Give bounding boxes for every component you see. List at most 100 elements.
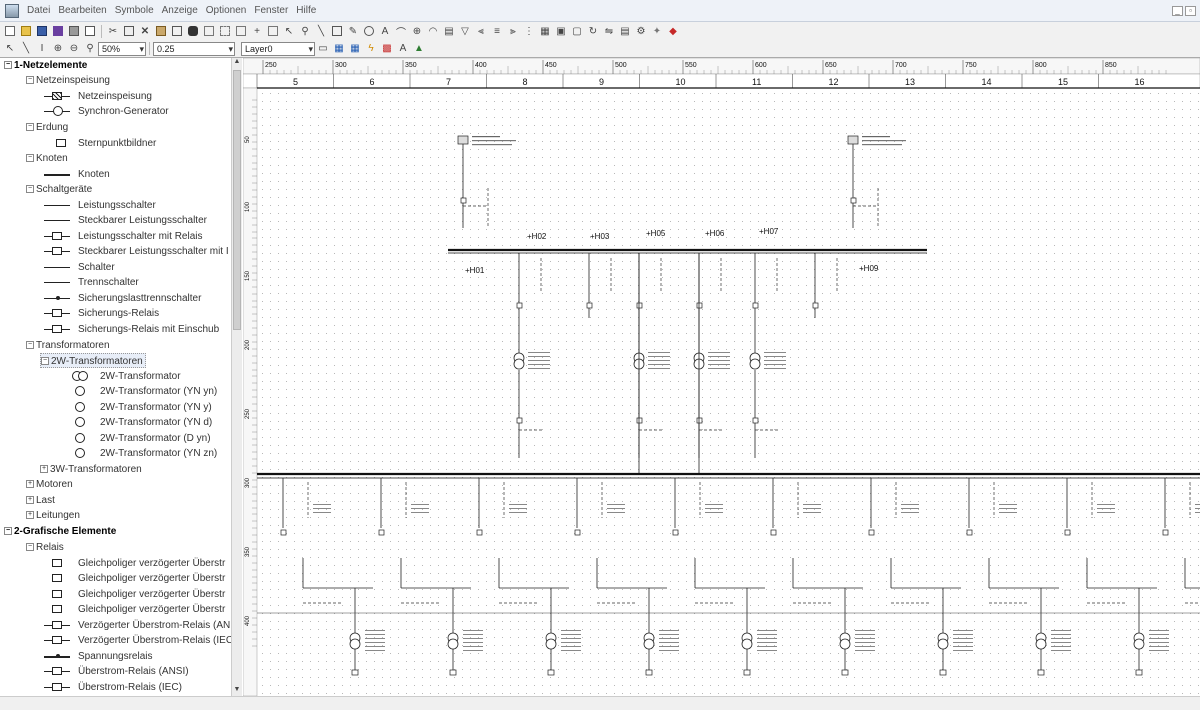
zoom-icon[interactable]: ⚲ [298,24,312,38]
zoom-in-icon[interactable]: ⊕ [51,42,65,56]
layers-icon[interactable]: ▤ [618,24,632,38]
tree-item-ueberstrom-ansi[interactable]: Überstrom-Relais (ANSI) [44,664,189,679]
font-icon[interactable]: A [396,42,410,56]
tree-item-steckbarer-leistungsschalter-mit[interactable]: Steckbarer Leistungsschalter mit I [44,244,229,259]
zoom-fit-icon[interactable]: ⚲ [83,42,97,56]
zoom-region-icon[interactable] [266,24,280,38]
print-preview-icon[interactable] [83,24,97,38]
tree-item-netzeinspeisung[interactable]: Netzeinspeisung [44,89,152,104]
tree-node-netzelemente[interactable]: −1-Netzelemente [4,58,87,73]
tree-item-2w-transformator-ynzn[interactable]: 2W-Transformator (YN zn) [66,446,217,461]
minimize-button[interactable]: _ [1172,5,1183,16]
distribute-icon[interactable]: ⋮ [522,24,536,38]
tree-node-relais[interactable]: − Relais [26,540,64,555]
menu-anzeige[interactable]: Anzeige [158,5,202,16]
align-left-icon[interactable]: ⫷ [474,24,488,38]
grid-icon[interactable] [218,24,232,38]
menu-bearbeiten[interactable]: Bearbeiten [54,5,110,16]
pen-tool-icon[interactable]: ✎ [346,24,360,38]
arrange-icon[interactable]: ▦ [538,24,552,38]
flip-icon[interactable]: ⇋ [602,24,616,38]
rectangle-tool-icon[interactable] [330,24,344,38]
tree-node-3w-transformatoren[interactable]: +3W-Transformatoren [40,462,142,477]
delete-icon[interactable]: ✕ [138,24,152,38]
tree-item-relais-3[interactable]: Gleichpoliger verzögerter Überstr [44,587,225,602]
arc-tool-icon[interactable]: ◠ [426,24,440,38]
tree-node-netzeinspeisung[interactable]: − Netzeinspeisung [26,73,110,88]
tree-item-sicherungs-relais[interactable]: Sicherungs-Relais [44,306,159,321]
text-tool-icon[interactable]: A [378,24,392,38]
tree-item-schalter[interactable]: Schalter [44,260,115,275]
tree-item-2w-transformator[interactable]: 2W-Transformator [66,369,181,384]
ellipse-tool-icon[interactable] [362,24,376,38]
line-tool-icon[interactable]: ╲ [314,24,328,38]
copy-icon[interactable] [122,24,136,38]
rotate-icon[interactable]: ↻ [586,24,600,38]
scroll-thumb[interactable] [233,70,241,330]
menu-datei[interactable]: Datei [23,5,54,16]
restore-button[interactable]: ▫ [1185,5,1196,16]
tree-item-2w-transformator-dyn[interactable]: 2W-Transformator (D yn) [66,431,211,446]
chart-icon[interactable] [234,24,248,38]
tree-node-grafische-elemente[interactable]: −2-Grafische Elemente [4,524,116,539]
layer-props-icon[interactable]: ▭ [316,42,330,56]
tree-item-relais-ansi-delay[interactable]: Verzögerter Überstrom-Relais (AN [44,618,230,633]
color-palette-icon[interactable]: ▩ [380,42,394,56]
cut-icon[interactable]: ✂ [106,24,120,38]
tree-item-sicherungs-relais-einschub[interactable]: Sicherungs-Relais mit Einschub [44,322,219,337]
save-icon[interactable] [35,24,49,38]
ungroup-icon[interactable]: ▢ [570,24,584,38]
diamond-icon[interactable]: ◆ [666,24,680,38]
tree-item-relais-iec-delay[interactable]: Verzögerter Überstrom-Relais (IEC [44,633,233,648]
tree-node-motoren[interactable]: + Motoren [26,477,73,492]
tree-node-last[interactable]: + Last [26,493,55,508]
tree-item-trennschalter[interactable]: Trennschalter [44,275,139,290]
tree-scrollbar[interactable]: ▲ ▼ [231,58,242,696]
tree-item-ueberstrom-iec[interactable]: Überstrom-Relais (IEC) [44,680,182,695]
paste-icon[interactable] [154,24,168,38]
tree-item-relais-1[interactable]: Gleichpoliger verzögerter Überstr [44,556,225,571]
filter-icon[interactable]: ▽ [458,24,472,38]
tree-item-leistungsschalter[interactable]: Leistungsschalter [44,198,156,213]
tree-item-knoten[interactable]: Knoten [44,167,110,182]
menu-symbole[interactable]: Symbole [111,5,158,16]
tree-node-knoten[interactable]: − Knoten [26,151,68,166]
tree-node-2w-transformatoren[interactable]: −2W-Transformatoren [40,353,146,368]
tree-node-leitungen[interactable]: + Leitungen [26,508,80,523]
menu-hilfe[interactable]: Hilfe [292,5,320,16]
image-icon[interactable]: ▲ [412,42,426,56]
align-right-icon[interactable]: ⫸ [506,24,520,38]
tree-item-relais-4[interactable]: Gleichpoliger verzögerter Überstr [44,602,225,617]
scroll-up-icon[interactable]: ▲ [232,58,242,68]
scroll-down-icon[interactable]: ▼ [232,686,242,696]
crosshair-icon[interactable]: + [250,24,264,38]
table-icon[interactable]: ▦ [332,42,346,56]
tree-item-sicherungslasttrennschalter[interactable]: Sicherungslasttrennschalter [44,291,201,306]
group-icon[interactable]: ▣ [554,24,568,38]
align-icon[interactable] [202,24,216,38]
new-file-icon[interactable] [3,24,17,38]
tree-item-2w-transformator-ynd[interactable]: 2W-Transformator (YN d) [66,415,212,430]
tree-item-steckbarer-leistungsschalter[interactable]: Steckbarer Leistungsschalter [44,213,207,228]
tree-item-2w-transformator-ynyn[interactable]: 2W-Transformator (YN yn) [66,384,217,399]
tree-item-synchron-generator[interactable]: Synchron-Generator [44,104,169,119]
zoom-select[interactable]: 50% [98,41,146,56]
zoom-out-icon[interactable]: ⊖ [67,42,81,56]
print-icon[interactable] [67,24,81,38]
polyline-tool-icon[interactable]: ⌒ [394,24,408,39]
copy-format-icon[interactable] [170,24,184,38]
select-tool-icon[interactable]: ↖ [3,42,17,56]
properties-icon[interactable]: ⚙ [634,24,648,38]
layer-select[interactable]: Layer0 [241,41,315,56]
tree-item-relais-2[interactable]: Gleichpoliger verzögerter Überstr [44,571,225,586]
tree-item-spannungsrelais[interactable]: Spannungsrelais [44,649,153,664]
tree-node-erdung[interactable]: − Erdung [26,120,68,135]
drawing-canvas[interactable]: 250 300 350 400 450 500 550 600 650 700 750 800 850 5… [243,58,1200,696]
open-folder-icon[interactable] [19,24,33,38]
tree-item-leistungsschalter-relais[interactable]: Leistungsschalter mit Relais [44,229,203,244]
text-cursor-icon[interactable]: I [35,42,49,56]
pointer-icon[interactable]: ↖ [282,24,296,38]
table-edit-icon[interactable]: ▦ [348,42,362,56]
draw-line-icon[interactable]: ╲ [19,42,33,56]
book-icon[interactable] [51,24,65,38]
